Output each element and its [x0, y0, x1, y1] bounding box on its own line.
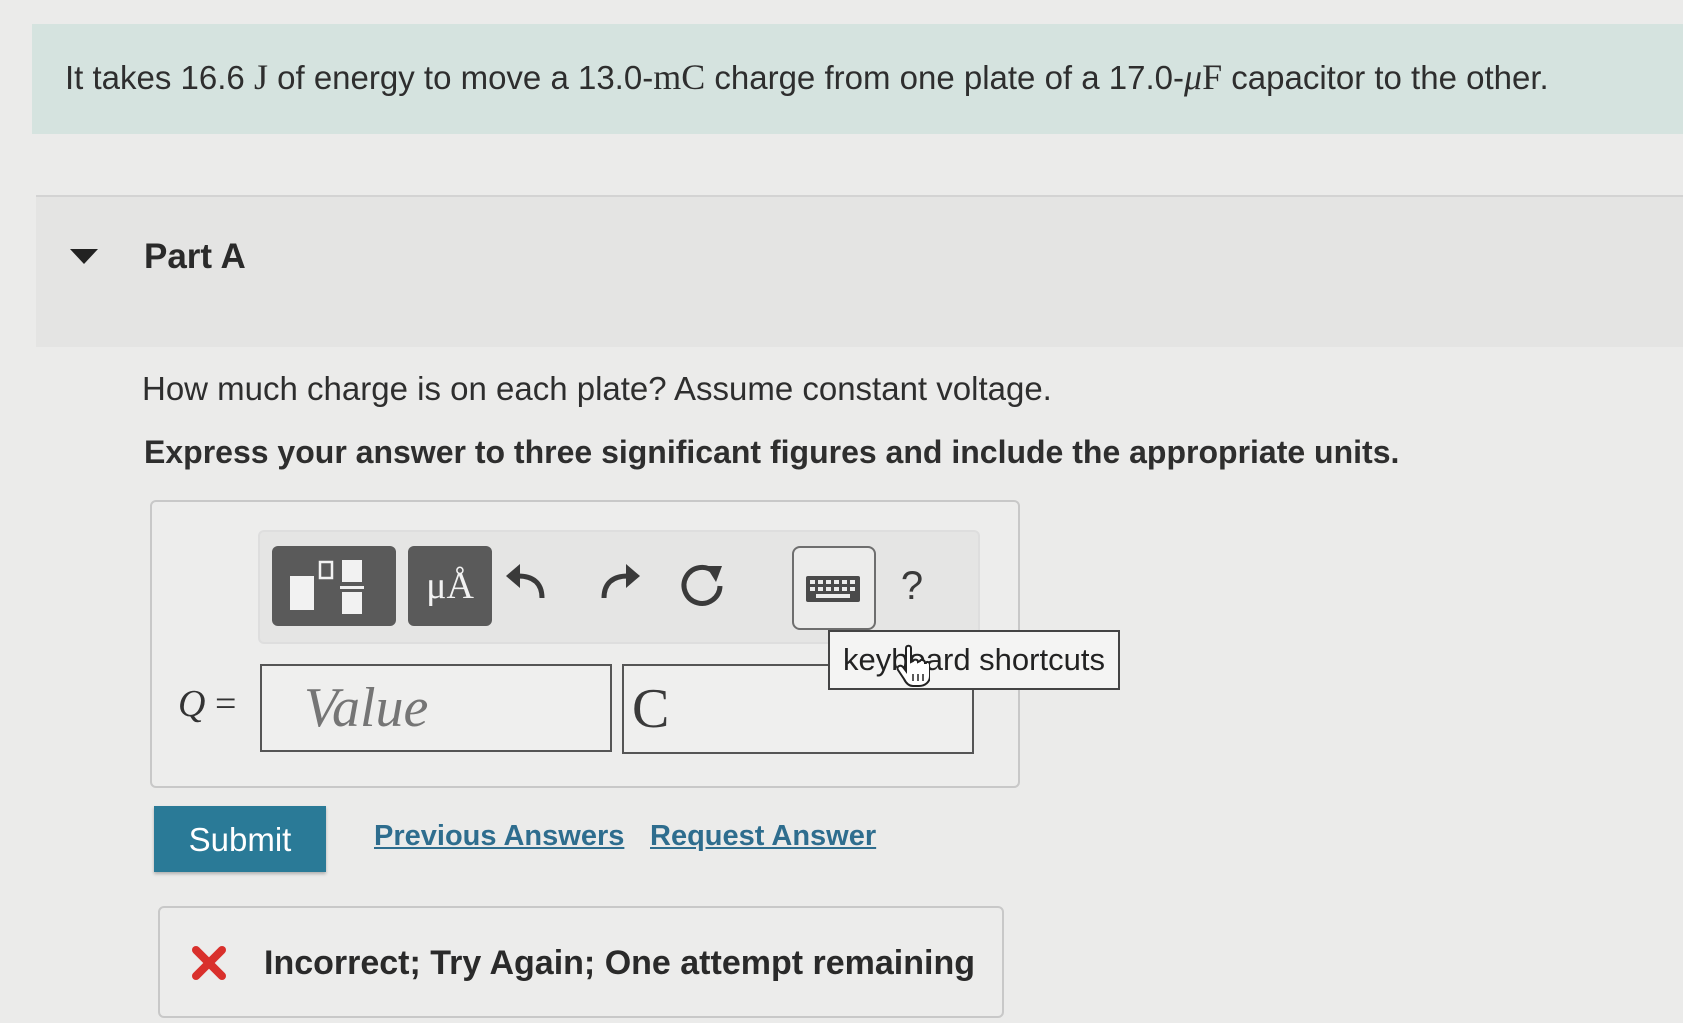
part-a-header[interactable]: Part A	[36, 197, 1683, 347]
feedback-message: Incorrect; Try Again; One attempt remain…	[264, 944, 975, 982]
question-text: How much charge is on each plate? Assume…	[142, 370, 1052, 407]
feedback-box: Incorrect; Try Again; One attempt remain…	[158, 906, 1004, 1018]
hand-cursor-icon	[896, 644, 930, 687]
help-button[interactable]: ?	[892, 554, 932, 618]
undo-button[interactable]	[496, 554, 560, 618]
reset-button[interactable]	[670, 554, 734, 618]
value-input[interactable]	[260, 664, 612, 752]
submit-button[interactable]: Submit	[154, 806, 326, 872]
incorrect-x-icon	[192, 946, 226, 980]
keyboard-shortcuts-tooltip: keyboard shortcuts	[828, 630, 1120, 690]
redo-button[interactable]	[586, 554, 650, 618]
instruction-text: Express your answer to three significant…	[144, 434, 1400, 470]
reset-icon	[681, 564, 723, 606]
keyboard-shortcuts-button[interactable]	[792, 546, 876, 630]
math-toolbar: μÅ ?	[258, 530, 980, 644]
units-button[interactable]: μÅ	[408, 546, 492, 626]
problem-text: It takes 16.6 J of energy to move a 13.0…	[65, 57, 1549, 97]
keyboard-icon	[806, 576, 860, 602]
part-title: Part A	[144, 237, 246, 276]
templates-button[interactable]	[272, 546, 396, 626]
redo-icon	[601, 564, 640, 599]
collapse-caret-icon[interactable]	[70, 249, 98, 264]
problem-statement: It takes 16.6 J of energy to move a 13.0…	[32, 24, 1683, 134]
answer-label: Q =	[178, 683, 237, 725]
request-answer-link[interactable]: Request Answer	[650, 820, 876, 853]
previous-answers-link[interactable]: Previous Answers	[374, 820, 624, 853]
templates-icon	[290, 560, 364, 614]
undo-icon	[506, 564, 545, 599]
